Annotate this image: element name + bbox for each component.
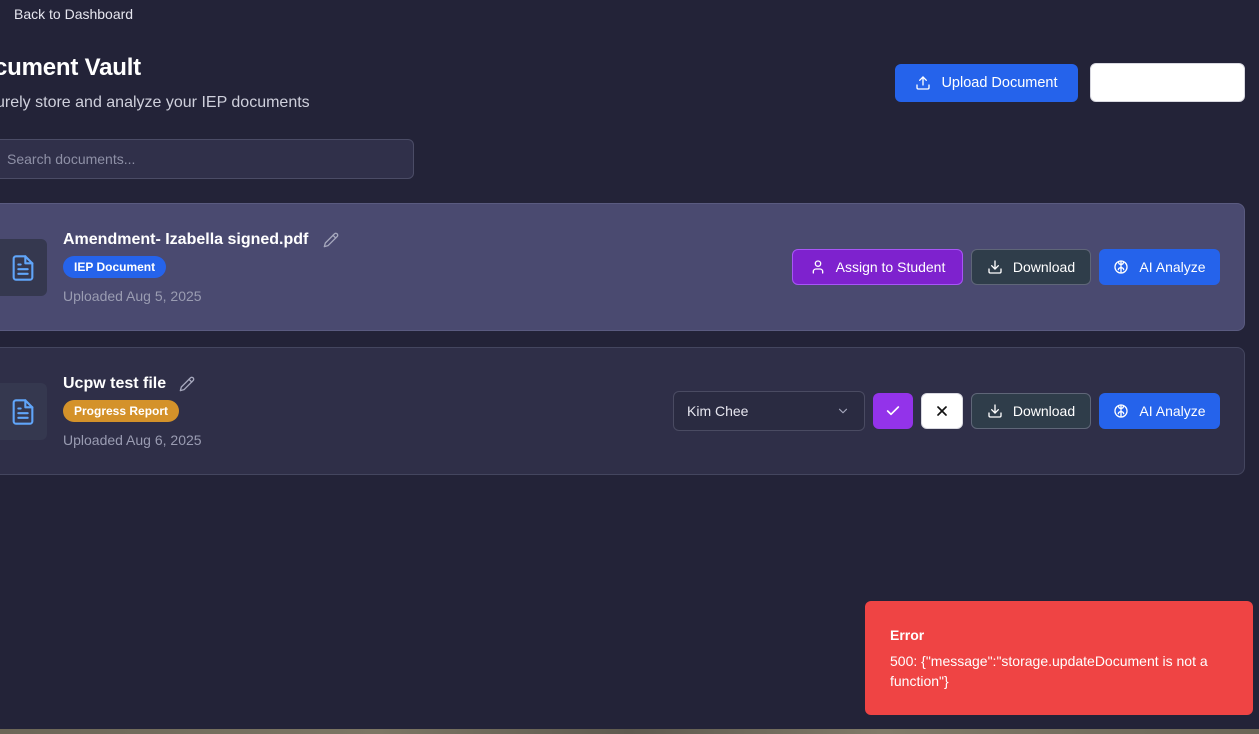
toast-title: Error — [890, 627, 925, 643]
assign-to-student-button[interactable]: Assign to Student — [792, 249, 963, 285]
assign-to-student-label: Assign to Student — [835, 259, 946, 275]
document-type-badge: IEP Document — [63, 256, 167, 278]
download-label: Download — [1012, 403, 1076, 419]
cancel-assign-button[interactable] — [921, 393, 963, 429]
header-secondary-button[interactable] — [1090, 63, 1245, 102]
upload-date: Uploaded Aug 5, 2025 — [63, 288, 202, 304]
brain-icon — [1114, 260, 1129, 274]
upload-icon — [916, 76, 931, 90]
download-label: Download — [1012, 259, 1076, 275]
download-icon — [988, 260, 1002, 274]
document-vault-page: Back to Dashboard cument Vault urely sto… — [0, 0, 1259, 734]
check-icon — [886, 406, 900, 416]
pencil-icon[interactable] — [179, 376, 195, 392]
ai-analyze-button[interactable]: AI Analyze — [1099, 249, 1220, 285]
upload-document-label: Upload Document — [941, 75, 1058, 91]
toast-message: 500: {"message":"storage.updateDocument … — [890, 653, 1208, 689]
close-icon — [937, 406, 947, 416]
upload-document-button[interactable]: Upload Document — [895, 64, 1078, 102]
ai-analyze-button[interactable]: AI Analyze — [1099, 393, 1220, 429]
upload-date: Uploaded Aug 6, 2025 — [63, 432, 202, 448]
document-thumbnail — [0, 239, 47, 296]
error-toast[interactable]: Error 500: {"message":"storage.updateDoc… — [865, 601, 1253, 715]
ai-analyze-label: AI Analyze — [1139, 259, 1206, 275]
file-text-icon — [12, 254, 33, 281]
brain-icon — [1114, 404, 1129, 418]
user-icon — [812, 260, 823, 274]
confirm-assign-button[interactable] — [873, 393, 913, 429]
chevron-down-icon — [838, 408, 848, 414]
document-name: Amendment- Izabella signed.pdf — [63, 231, 309, 248]
document-type-badge: Progress Report — [63, 400, 180, 422]
page-subtitle: urely store and analyze your IEP documen… — [0, 94, 310, 111]
background-strip — [0, 729, 1259, 734]
download-button[interactable]: Download — [971, 249, 1091, 285]
download-icon — [988, 404, 1002, 418]
student-select[interactable]: Kim Chee — [673, 391, 865, 431]
ai-analyze-label: AI Analyze — [1139, 403, 1206, 419]
pencil-icon[interactable] — [323, 232, 339, 248]
back-to-dashboard-link[interactable]: Back to Dashboard — [14, 6, 133, 22]
student-select-value: Kim Chee — [687, 403, 749, 419]
search-input[interactable] — [0, 139, 414, 179]
download-button[interactable]: Download — [971, 393, 1091, 429]
file-text-icon — [12, 398, 33, 425]
page-title: cument Vault — [0, 54, 141, 81]
document-name: Ucpw test file — [63, 375, 167, 392]
document-thumbnail — [0, 383, 47, 440]
